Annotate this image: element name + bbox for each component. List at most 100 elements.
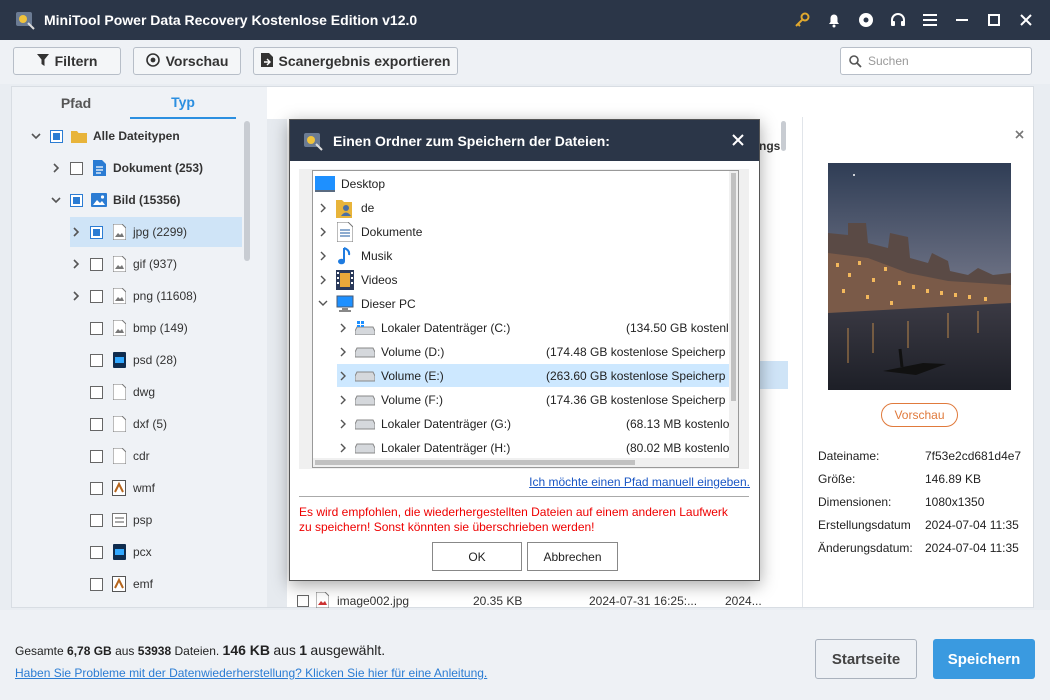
chevron-right-icon[interactable] xyxy=(317,203,329,213)
drive-item-e[interactable]: Volume (E:) (263.60 GB kostenlose Speich… xyxy=(337,364,731,387)
chevron-right-icon[interactable] xyxy=(70,259,82,269)
file-modified: 2024... xyxy=(725,594,762,608)
close-icon[interactable] xyxy=(1010,0,1042,40)
checkbox[interactable] xyxy=(90,257,103,271)
search-box[interactable] xyxy=(840,47,1032,75)
chevron-right-icon[interactable] xyxy=(317,227,329,237)
minimize-icon[interactable] xyxy=(946,0,978,40)
tree-item-png[interactable]: png (11608) xyxy=(70,281,242,311)
checkbox[interactable] xyxy=(90,449,103,463)
tree-item-all-types[interactable]: Alle Dateitypen xyxy=(30,121,244,151)
tree-item-dxf[interactable]: dxf (5) xyxy=(90,409,242,439)
file-list-scrollbar[interactable] xyxy=(781,121,786,151)
bell-icon[interactable] xyxy=(818,0,850,40)
tree-item-emf[interactable]: emf xyxy=(90,569,242,599)
drive-item-h[interactable]: Lokaler Datenträger (H:) (80.02 MB koste… xyxy=(337,436,738,459)
filter-button[interactable]: Filtern xyxy=(13,47,121,75)
drive-item-c[interactable]: Lokaler Datenträger (C:) (134.50 GB kost… xyxy=(337,316,738,339)
checkbox[interactable] xyxy=(90,289,103,303)
save-button[interactable]: Speichern xyxy=(933,639,1035,679)
tab-type[interactable]: Typ xyxy=(130,87,236,119)
tree-item-psp[interactable]: psp xyxy=(90,505,242,535)
scrollbar-thumb[interactable] xyxy=(315,460,635,465)
tree-item-jpg[interactable]: jpg (2299) xyxy=(70,217,242,247)
headset-icon[interactable] xyxy=(882,0,914,40)
checkbox[interactable] xyxy=(70,161,83,175)
chevron-right-icon[interactable] xyxy=(337,323,349,333)
tree-item-wmf[interactable]: wmf xyxy=(90,473,242,503)
manual-path-link[interactable]: Ich möchte einen Pfad manuell eingeben. xyxy=(529,475,750,489)
panel-divider[interactable] xyxy=(267,119,287,607)
tree-item-image[interactable]: Bild (15356) xyxy=(50,185,244,215)
cancel-button[interactable]: Abbrechen xyxy=(527,542,618,571)
chevron-right-icon[interactable] xyxy=(70,227,82,237)
tree-item-dwg[interactable]: dwg xyxy=(90,377,242,407)
tab-path[interactable]: Pfad xyxy=(26,87,126,119)
chevron-right-icon[interactable] xyxy=(337,443,349,453)
checkbox[interactable] xyxy=(50,129,63,143)
ok-button[interactable]: OK xyxy=(432,542,522,571)
search-input[interactable] xyxy=(868,54,1018,68)
checkbox[interactable] xyxy=(90,353,103,367)
folder-tree-horizontal-scrollbar[interactable] xyxy=(313,458,731,467)
music-icon xyxy=(335,246,355,266)
help-link[interactable]: Haben Sie Probleme mit der Datenwiederhe… xyxy=(15,666,487,680)
chevron-down-icon[interactable] xyxy=(317,300,329,307)
tree-item-bmp[interactable]: bmp (149) xyxy=(90,313,242,343)
drive-item-d[interactable]: Volume (D:) (174.48 GB kostenlose Speich… xyxy=(337,340,738,363)
checkbox[interactable] xyxy=(90,577,103,591)
drive-item-f[interactable]: Volume (F:) (174.36 GB kostenlose Speich… xyxy=(337,388,738,411)
folder-item-user[interactable]: de xyxy=(317,196,735,219)
table-row[interactable]: image002.jpg 20.35 KB 2024-07-31 16:25:.… xyxy=(287,590,782,612)
preview-button[interactable]: Vorschau xyxy=(133,47,241,75)
tree-item-gif[interactable]: gif (937) xyxy=(70,249,242,279)
chevron-right-icon[interactable] xyxy=(337,347,349,357)
close-preview-icon[interactable] xyxy=(1015,127,1024,142)
videos-icon xyxy=(335,269,355,290)
chevron-right-icon[interactable] xyxy=(70,291,82,301)
column-header-fragment[interactable]: ngs xyxy=(759,139,780,153)
chevron-right-icon[interactable] xyxy=(337,395,349,405)
key-icon[interactable] xyxy=(786,0,818,40)
chevron-right-icon[interactable] xyxy=(337,371,349,381)
folder-item-desktop[interactable]: Desktop xyxy=(315,172,733,195)
drive-label: Volume (F:) xyxy=(381,392,444,407)
checkbox[interactable] xyxy=(70,193,83,207)
tree-item-psd[interactable]: psd (28) xyxy=(90,345,242,375)
checkbox[interactable] xyxy=(90,321,103,335)
chevron-right-icon[interactable] xyxy=(337,419,349,429)
drive-item-g[interactable]: Lokaler Datenträger (G:) (68.13 MB koste… xyxy=(337,412,738,435)
chevron-right-icon[interactable] xyxy=(50,163,62,173)
folder-item-music[interactable]: Musik xyxy=(317,244,735,267)
export-scan-result-button[interactable]: Scanergebnis exportieren xyxy=(253,47,458,75)
checkbox[interactable] xyxy=(90,481,103,495)
checkbox[interactable] xyxy=(90,385,103,399)
folder-item-videos[interactable]: Videos xyxy=(317,268,735,291)
chevron-down-icon[interactable] xyxy=(50,196,62,204)
checkbox[interactable] xyxy=(90,417,103,431)
tree-item-document[interactable]: Dokument (253) xyxy=(50,153,244,183)
tree-scrollbar[interactable] xyxy=(244,121,250,261)
folder-item-this-pc[interactable]: Dieser PC xyxy=(317,292,735,315)
tree-item-cdr[interactable]: cdr xyxy=(90,441,242,471)
chevron-down-icon[interactable] xyxy=(30,132,42,140)
emf-icon xyxy=(111,576,127,592)
scrollbar-thumb[interactable] xyxy=(731,173,736,401)
home-button[interactable]: Startseite xyxy=(815,639,917,679)
checkbox[interactable] xyxy=(90,545,103,559)
folder-tree[interactable]: Desktop de Dokumente Musik Videos Dieser… xyxy=(312,170,739,468)
folder-item-documents[interactable]: Dokumente xyxy=(317,220,735,243)
disc-icon[interactable] xyxy=(850,0,882,40)
folder-tree-vertical-scrollbar[interactable] xyxy=(729,171,738,467)
row-checkbox[interactable] xyxy=(297,595,309,607)
menu-icon[interactable] xyxy=(914,0,946,40)
preview-button-small[interactable]: Vorschau xyxy=(881,403,958,427)
maximize-icon[interactable] xyxy=(978,0,1010,40)
close-icon[interactable] xyxy=(729,130,747,150)
chevron-right-icon[interactable] xyxy=(317,275,329,285)
chevron-right-icon[interactable] xyxy=(317,251,329,261)
checkbox[interactable] xyxy=(90,225,103,239)
checkbox[interactable] xyxy=(90,513,103,527)
tree-item-pcx[interactable]: pcx xyxy=(90,537,242,567)
drive-free-space: (80.02 MB kostenlo xyxy=(626,440,730,455)
